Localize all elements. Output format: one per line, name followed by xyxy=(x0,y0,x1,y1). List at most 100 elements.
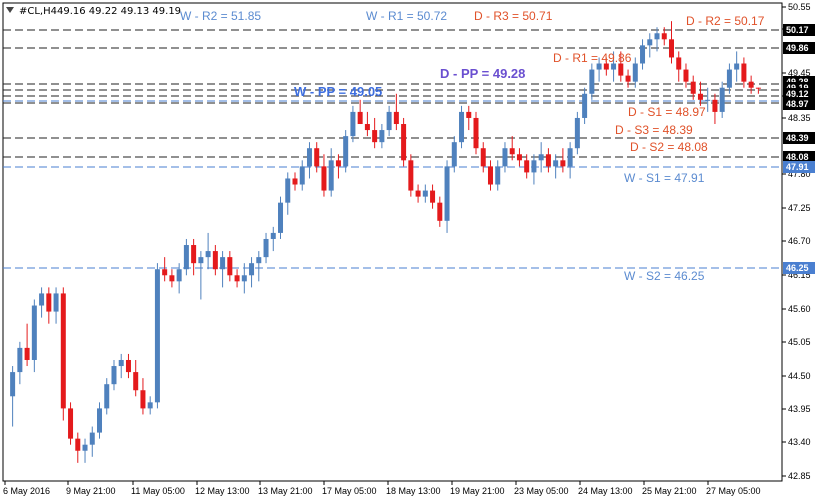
x-tick-label: 13 May 21:00 xyxy=(258,486,313,496)
candle-body xyxy=(741,63,747,82)
candle-body xyxy=(379,130,385,143)
pivot-level-label: D - R1 = 49.86 xyxy=(553,51,632,65)
candle-body xyxy=(75,438,81,451)
candle-body xyxy=(89,432,95,445)
candle-body xyxy=(618,63,624,76)
candle-body xyxy=(516,154,522,161)
candle-body xyxy=(668,39,674,58)
candle-body xyxy=(393,111,399,125)
price-tag-label: 47.91 xyxy=(786,162,809,172)
candle-body xyxy=(241,275,247,282)
pivot-level-label: D - R3 = 50.71 xyxy=(474,9,553,23)
candle-body xyxy=(306,148,312,167)
x-tick-label: 23 May 05:00 xyxy=(514,486,569,496)
candle-body xyxy=(408,160,414,191)
candle-body xyxy=(386,111,392,131)
candle-body xyxy=(10,372,16,397)
pivot-level-label: D - S1 = 48.97 xyxy=(628,105,706,119)
candle-body xyxy=(285,178,291,203)
candle-body xyxy=(133,372,139,391)
candle-body xyxy=(487,166,493,185)
candle-body xyxy=(712,99,718,112)
candle-body xyxy=(582,93,588,118)
candle-body xyxy=(212,251,218,270)
y-tick-label: 44.50 xyxy=(788,371,811,381)
candle-body xyxy=(97,408,103,433)
price-tag-label: 48.08 xyxy=(786,152,809,162)
price-tag-label: 50.17 xyxy=(786,25,809,35)
candle-body xyxy=(437,202,443,221)
price-tag: 49.12 xyxy=(783,88,815,100)
candle-body xyxy=(104,384,110,409)
candle-body xyxy=(480,148,486,167)
price-tag-label: 48.97 xyxy=(786,99,809,109)
candle-body xyxy=(509,148,515,155)
candle-body xyxy=(270,232,276,239)
price-tag: 46.25 xyxy=(783,262,815,274)
candle-body xyxy=(545,154,551,167)
chart-svg[interactable]: W - R2 = 51.85 W - R1 = 50.72 D - R3 = 50.… xyxy=(0,0,822,500)
candle-body xyxy=(234,275,240,282)
candle xyxy=(154,263,160,409)
candle xyxy=(68,402,74,445)
candle-body xyxy=(690,81,696,94)
candle-body xyxy=(357,111,363,125)
candle-body xyxy=(553,160,559,167)
candle-body xyxy=(278,202,284,233)
candle-body xyxy=(39,293,45,306)
candle-body xyxy=(111,366,117,385)
candle-body xyxy=(249,263,255,276)
x-tick-label: 24 May 13:00 xyxy=(578,486,633,496)
candle-body xyxy=(567,148,573,167)
candle-body xyxy=(755,87,761,89)
candle-body xyxy=(640,45,646,64)
candle-body xyxy=(647,39,653,46)
candle-body xyxy=(118,359,124,367)
candle-body xyxy=(24,347,30,360)
candle-body xyxy=(205,251,211,258)
pivot-level-label: W - S2 = 46.25 xyxy=(624,269,705,283)
candle-body xyxy=(263,238,269,258)
candle-body xyxy=(683,69,689,82)
pivot-level-label: D - PP = 49.28 xyxy=(440,66,525,81)
x-tick-label: 18 May 13:00 xyxy=(386,486,441,496)
x-tick-label: 11 May 05:00 xyxy=(131,486,185,496)
price-tag: 47.91 xyxy=(783,161,815,173)
candle-body xyxy=(632,63,638,82)
candle-body xyxy=(147,402,153,409)
candle-body xyxy=(68,408,74,439)
x-tick-label: 6 May 2016 xyxy=(3,486,50,496)
candle-body xyxy=(574,117,580,149)
candle-body xyxy=(726,69,732,88)
candle-body xyxy=(183,245,189,270)
y-tick-label: 48.35 xyxy=(788,113,811,123)
candle-body xyxy=(654,33,660,40)
x-tick-label: 25 May 21:00 xyxy=(642,486,697,496)
y-tick-label: 43.40 xyxy=(788,437,811,447)
candle xyxy=(401,117,407,167)
ohlc-readout: 49.16 49.22 49.13 49.19 xyxy=(57,6,181,17)
candle-body xyxy=(560,160,566,167)
candle-body xyxy=(661,33,667,40)
symbol-label: #CL,H4 xyxy=(19,6,57,17)
candle-body xyxy=(31,305,37,360)
candle-body xyxy=(495,166,501,185)
price-chart[interactable]: W - R2 = 51.85 W - R1 = 50.72 D - R3 = 50.… xyxy=(0,0,822,500)
x-tick-label: 9 May 21:00 xyxy=(66,486,116,496)
price-tag-label: 46.25 xyxy=(786,263,809,273)
candle-body xyxy=(227,257,233,276)
candle-body xyxy=(299,166,305,185)
pivot-level-label: W - R2 = 51.85 xyxy=(180,9,261,23)
candle-body xyxy=(335,160,341,167)
candle-body xyxy=(343,136,349,167)
pivot-level-label: W - R1 = 50.72 xyxy=(366,9,447,23)
candle-body xyxy=(734,63,740,70)
candle-body xyxy=(625,75,631,82)
candle-body xyxy=(415,190,421,197)
price-tag: 49.86 xyxy=(783,42,815,54)
candle-body xyxy=(176,269,182,282)
candle-body xyxy=(82,444,88,451)
y-tick-label: 46.70 xyxy=(788,236,811,246)
candle-body xyxy=(422,190,428,197)
x-tick-label: 12 May 13:00 xyxy=(195,486,250,496)
